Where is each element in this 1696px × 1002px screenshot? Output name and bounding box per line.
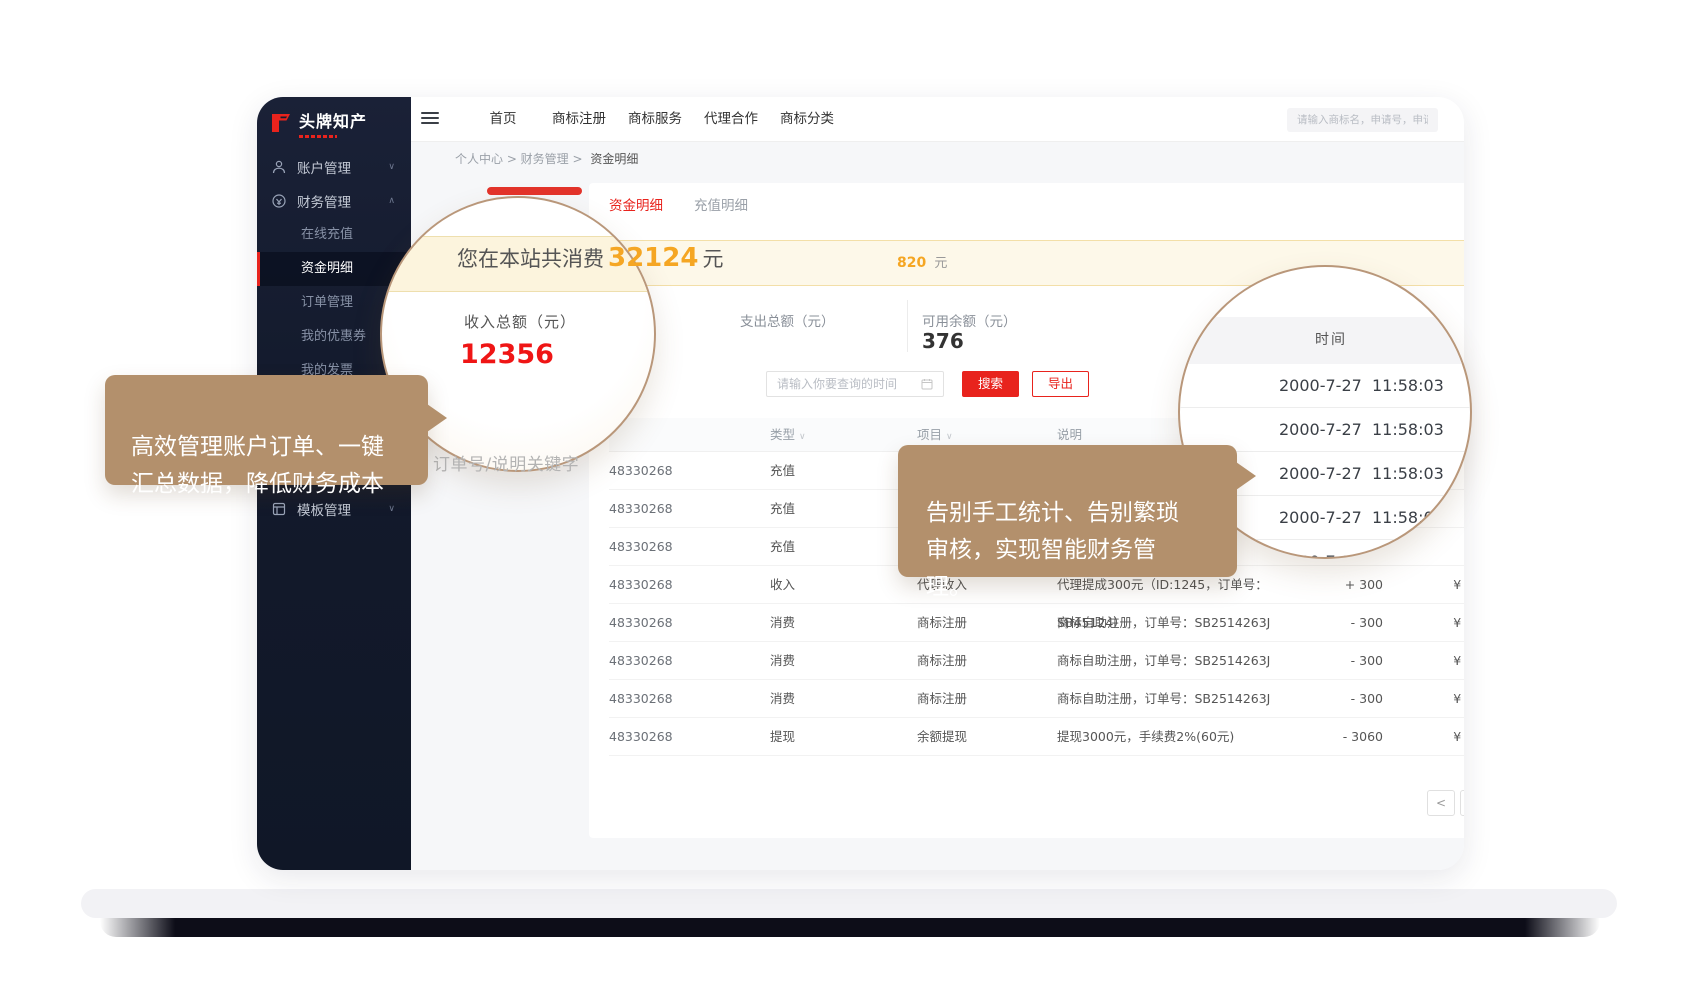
cell-description: 商标自助注册，订单号：SB2514263J: [1057, 604, 1307, 642]
breadcrumb-current: 资金明细: [590, 152, 638, 166]
cell-description: 商标自助注册，订单号：SB2514263J: [1057, 680, 1307, 718]
cell-amount: - 300: [1307, 642, 1387, 680]
table-row: 48330268 消费 商标注册 商标自助注册，订单号：SB2514263J -…: [609, 604, 1464, 642]
table-row: 48330268 提现 余额提现 提现3000元，手续费2%(60元) - 30…: [609, 718, 1464, 756]
magnified-banner-prefix: 您在本站共消费: [457, 243, 604, 273]
banner-unit: 元: [934, 256, 947, 271]
magnified-income-value: 12356: [460, 339, 554, 370]
callout-left-text: 高效管理账户订单、一键 汇总数据，降低财务成本: [131, 434, 384, 497]
callout-right-arrow-icon: [1236, 462, 1256, 490]
magnified-column-header: 订单号/说明关键字: [433, 450, 579, 475]
page-button[interactable]: 1: [1460, 790, 1464, 816]
nav-tab[interactable]: 首页: [475, 97, 531, 142]
callout-right: 告别手工统计、告别繁琐 审核，实现智能财务管 理。: [898, 445, 1237, 577]
magnified-banner-unit: 元: [702, 243, 723, 273]
cell-type: 充值: [770, 528, 917, 566]
top-navbar: 首页商标注册商标服务代理合作商标分类: [411, 97, 1464, 142]
nav-tab[interactable]: 商标服务: [627, 97, 683, 142]
cell-description: 提现3000元，手续费2%(60元): [1057, 718, 1307, 756]
sort-caret-icon: ∨: [799, 432, 806, 442]
laptop-base-shadow: [100, 918, 1600, 937]
brand-flag-icon: [270, 112, 292, 134]
cell-description: 商标自助注册，订单号：SB2514263J: [1057, 642, 1307, 680]
trademark-search-input[interactable]: [1287, 108, 1438, 132]
breadcrumb: 个人中心 > 财务管理 > 资金明细: [411, 142, 1464, 176]
sort-caret-icon: ∨: [946, 432, 953, 442]
cell-project: 商标注册: [917, 604, 1057, 642]
magnified-time-row: 2000-7-27 11:58:03: [1180, 364, 1470, 408]
cell-type: 消费: [770, 642, 917, 680]
cell-project: 商标注册: [917, 680, 1057, 718]
table-header-cell[interactable]: 类型∨: [770, 418, 917, 454]
magnified-income-label: 收入总额（元）: [464, 311, 576, 332]
pagination: <12345: [1427, 790, 1464, 816]
cell-order-no: 48330268: [609, 528, 770, 566]
stat-balance-value: 376: [922, 329, 964, 353]
laptop-base: [81, 889, 1617, 918]
chevron-down-icon: ∨: [388, 504, 395, 514]
breadcrumb-path[interactable]: 个人中心 > 财务管理 >: [455, 152, 583, 166]
user-icon: [271, 159, 287, 175]
cell-order-no: 48330268: [609, 642, 770, 680]
cell-type: 消费: [770, 680, 917, 718]
magnified-banner-text: 您在本站共消费 32124 元: [457, 243, 723, 279]
cell-balance: ¥ 12231: [1387, 642, 1464, 680]
cell-project: 余额提现: [917, 718, 1057, 756]
stat-divider: [907, 300, 908, 352]
finance-icon: [271, 193, 287, 209]
sidebar-item-account[interactable]: 账户管理 ∨: [257, 150, 411, 184]
cell-order-no: 48330268: [609, 718, 770, 756]
date-query-input[interactable]: [766, 371, 944, 397]
tab-funds-detail[interactable]: 资金明细: [609, 194, 663, 214]
cell-balance: ¥ 12231: [1387, 718, 1464, 756]
callout-left: 高效管理账户订单、一键 汇总数据，降低财务成本: [105, 375, 428, 485]
sidebar-item-label: 账户管理: [297, 157, 351, 177]
cell-type: 充值: [770, 452, 917, 490]
brand-title: 头牌知产: [299, 112, 367, 132]
cell-amount: - 300: [1307, 680, 1387, 718]
export-button[interactable]: 导出: [1032, 371, 1089, 397]
magnified-time-header: 时间: [1180, 317, 1470, 364]
cell-order-no: 48330268: [609, 604, 770, 642]
nav-tab[interactable]: 商标注册: [551, 97, 607, 142]
banner-amount: 820: [897, 255, 926, 271]
table-header-cell[interactable]: [609, 418, 770, 454]
cell-balance: ¥ 12231: [1387, 680, 1464, 718]
table-row: 48330268 消费 商标注册 商标自助注册，订单号：SB2514263J -…: [609, 680, 1464, 718]
cell-balance: ¥ 12231: [1387, 604, 1464, 642]
stat-expense-label: 支出总额（元）: [740, 310, 835, 330]
cell-project: 商标注册: [917, 642, 1057, 680]
chevron-up-icon: ∧: [388, 196, 395, 206]
cell-order-no: 48330268: [609, 490, 770, 528]
tab-recharge-detail[interactable]: 充值明细: [694, 194, 748, 214]
nav-tab[interactable]: 代理合作: [703, 97, 759, 142]
cell-order-no: 48330268: [609, 680, 770, 718]
nav-tabs: 首页商标注册商标服务代理合作商标分类: [475, 97, 835, 142]
cell-type: 充值: [770, 490, 917, 528]
nav-tab[interactable]: 商标分类: [779, 97, 835, 142]
cell-order-no: 48330268: [609, 452, 770, 490]
template-icon: [271, 501, 287, 517]
brand-subtext: [299, 135, 337, 138]
table-row: 48330268 消费 商标注册 商标自助注册，订单号：SB2514263J -…: [609, 642, 1464, 680]
calendar-icon[interactable]: [921, 378, 933, 390]
chevron-down-icon: ∨: [388, 162, 395, 172]
magnified-banner-amount: 32124: [608, 243, 698, 273]
sidebar-item-label: 财务管理: [297, 191, 351, 211]
cell-amount: - 3060: [1307, 718, 1387, 756]
stat-balance-label: 可用余额（元）: [922, 310, 1017, 330]
menu-icon[interactable]: [421, 112, 439, 126]
brand-logo[interactable]: 头牌知产: [257, 97, 411, 150]
search-button[interactable]: 搜索: [962, 371, 1019, 397]
sidebar-item-finance[interactable]: 财务管理 ∧: [257, 184, 411, 218]
cell-type: 消费: [770, 604, 917, 642]
magnified-tab-underline: [487, 187, 582, 195]
callout-left-arrow-icon: [427, 404, 447, 432]
page-button[interactable]: <: [1427, 790, 1455, 816]
page: 头牌知产 账户管理 ∨ 财务管理 ∧ 在线充值资金明细订单管: [0, 0, 1696, 1002]
cell-type: 提现: [770, 718, 917, 756]
cell-amount: - 300: [1307, 604, 1387, 642]
banner-text: 820 元: [897, 241, 947, 285]
